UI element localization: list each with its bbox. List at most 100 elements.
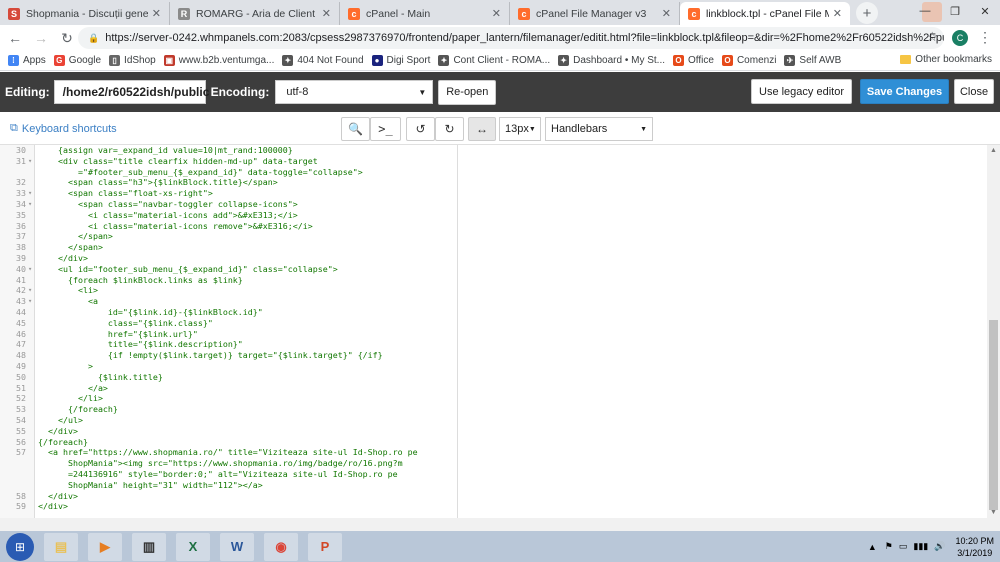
close-tab-icon[interactable]: ✕ [152,7,161,20]
code-line[interactable]: ="#footer_sub_menu_{$_expand_id}" data-t… [0,167,1000,178]
code-line[interactable]: 37 </span> [0,231,1000,242]
redo-icon[interactable]: ↻ [435,117,464,141]
code-line[interactable]: 36 <i class="material-icons remove">&#xE… [0,221,1000,232]
code-line[interactable]: 47 title="{$link.description}" [0,339,1000,350]
new-tab-button[interactable]: + [856,2,878,24]
bookmark-item[interactable]: G Google [53,55,101,66]
code-line[interactable]: 56 {/foreach} [0,437,1000,448]
word-app[interactable]: W [220,532,254,561]
signal-icon[interactable]: ▮▮▮ [913,541,928,552]
save-changes-button[interactable]: Save Changes [860,79,949,104]
encoding-select[interactable]: utf-8 ▼ [275,80,434,104]
bookmark-item[interactable]: ▯ IdShop [109,55,156,66]
code-line[interactable]: 55 </div> [0,426,1000,437]
address-bar[interactable]: 🔒 https://server-0242.whmpanels.com:2083… [78,27,944,49]
code-line[interactable]: 41 {foreach $linkBlock.links as $link} [0,275,1000,286]
profile-avatar[interactable]: C [952,30,968,46]
scroll-down-icon[interactable]: ▼ [990,509,997,516]
code-line[interactable]: 43 ▾ <a [0,296,1000,307]
chrome-app[interactable]: ◉ [264,532,298,561]
forward-icon[interactable]: → [30,27,52,49]
code-line[interactable]: 32 <span class="h3">{$linkBlock.title}</… [0,177,1000,188]
tab-3[interactable]: c cPanel File Manager v3 ✕ [510,2,680,25]
media-player-app[interactable]: ▶ [88,532,122,561]
reload-icon[interactable]: ↻ [56,27,78,49]
excel-app[interactable]: X [176,532,210,561]
bookmark-item[interactable]: ✦ Cont Client - ROMA... [438,55,550,66]
monitor-icon[interactable]: ▭ [899,541,908,552]
code-line[interactable]: 38 </span> [0,242,1000,253]
code-line[interactable]: ShopMania" height="31" width="112"></a> [0,480,1000,491]
close-tab-icon[interactable]: ✕ [492,7,501,20]
bookmark-star-icon[interactable]: ☆ [926,29,938,45]
powerpoint-app[interactable]: P [308,532,342,561]
bookmark-item[interactable]: O Comenzi [721,55,776,66]
goto-line-icon[interactable]: >_ [370,117,401,141]
code-line[interactable]: 33 ▾ <span class="float-xs-right"> [0,188,1000,199]
code-line[interactable]: 53 {/foreach} [0,404,1000,415]
fold-arrow-icon[interactable]: ▾ [28,156,36,167]
tab-4[interactable]: c linkblock.tpl - cPanel File Mana ✕ [680,2,850,25]
code-line[interactable]: 58 </div> [0,491,1000,502]
search-icon[interactable]: 🔍 [341,117,370,141]
code-line[interactable]: 42 ▾ <li> [0,285,1000,296]
code-line[interactable]: 57 <a href="https://www.shopmania.ro/" t… [0,447,1000,458]
bookmark-item[interactable]: ✈ Self AWB [784,55,841,66]
start-button[interactable]: ⊞ [6,532,34,561]
bookmark-item[interactable]: ● Digi Sport [371,55,430,66]
tab-1[interactable]: R ROMARG - Aria de Client ✕ [170,2,340,25]
bookmark-item[interactable]: ✦ Dashboard • My St... [558,55,665,66]
fold-arrow-icon[interactable]: ▾ [28,199,36,210]
fold-arrow-icon[interactable]: ▾ [28,285,36,296]
tab-2[interactable]: c cPanel - Main ✕ [340,2,510,25]
mode-select[interactable]: Handlebars ▼ [545,117,653,141]
code-line[interactable]: ShopMania"><img src="https://www.shopman… [0,458,1000,469]
browser-menu-icon[interactable]: ⋮ [978,29,992,46]
bookmark-item[interactable]: ✦ 404 Not Found [282,55,364,66]
close-tab-icon[interactable]: ✕ [662,7,671,20]
scroll-up-icon[interactable]: ▲ [990,147,997,154]
terminal-app[interactable]: ▥ [132,532,166,561]
code-line[interactable]: 39 </div> [0,253,1000,264]
code-line[interactable]: 44 id="{$link.id}-{$linkBlock.id}" [0,307,1000,318]
code-line[interactable]: 40 ▾ <ul id="footer_sub_menu_{$_expand_id… [0,264,1000,275]
clock[interactable]: 10:20 PM 3/1/2019 [955,535,994,559]
code-line[interactable]: 48 {if !empty($link.target)} target="{$l… [0,350,1000,361]
font-size-select[interactable]: 13px ▼ [499,117,541,141]
code-line[interactable]: 52 </li> [0,393,1000,404]
keyboard-shortcuts-link[interactable]: ⧉ Keyboard shortcuts [10,122,117,135]
minimize-icon[interactable]: — [910,0,940,22]
volume-icon[interactable]: 🔊 [934,541,945,552]
back-icon[interactable]: ← [4,27,26,49]
close-tab-icon[interactable]: ✕ [833,7,842,20]
horizontal-scrollbar[interactable] [0,518,1000,531]
code-line[interactable]: 31 ▾ <div class="title clearfix hidden-md… [0,156,1000,167]
scroll-thumb[interactable] [989,320,998,510]
code-line[interactable]: 35 <i class="material-icons add">&#xE313… [0,210,1000,221]
bookmark-item[interactable]: ⁞ Apps [8,55,46,66]
code-line[interactable]: 34 ▾ <span class="navbar-toggler collapse… [0,199,1000,210]
tray-chevron-icon[interactable]: ▲ [868,542,877,552]
close-button[interactable]: Close [954,79,994,104]
reopen-button[interactable]: Re-open [438,79,497,105]
close-window-icon[interactable]: ✕ [970,0,1000,22]
code-line[interactable]: 54 </ul> [0,415,1000,426]
undo-icon[interactable]: ↺ [406,117,435,141]
file-path-field[interactable]: /home2/r60522idsh/public [53,80,209,104]
code-area[interactable]: 30 {assign var=_expand_id value=10|mt_ra… [0,145,1000,512]
close-tab-icon[interactable]: ✕ [322,7,331,20]
tab-0[interactable]: S Shopmania - Discuții generale ✕ [0,2,170,25]
fold-arrow-icon[interactable]: ▾ [28,264,36,275]
other-bookmarks[interactable]: Other bookmarks [900,54,992,65]
fold-arrow-icon[interactable]: ▾ [28,188,36,199]
explorer-app[interactable]: ▤ [44,532,78,561]
bookmark-item[interactable]: O Office [673,55,714,66]
code-line[interactable]: 30 {assign var=_expand_id value=10|mt_ra… [0,145,1000,156]
code-line[interactable]: 59 </div> [0,501,1000,512]
code-line[interactable]: 46 href="{$link.url}" [0,329,1000,340]
code-line[interactable]: 51 </a> [0,383,1000,394]
wrap-toggle-icon[interactable]: ↔ [468,117,496,141]
fold-arrow-icon[interactable]: ▾ [28,296,36,307]
vertical-scrollbar[interactable]: ▲ ▼ [987,145,1000,518]
bookmark-item[interactable]: ▣ www.b2b.ventumga... [163,55,274,66]
